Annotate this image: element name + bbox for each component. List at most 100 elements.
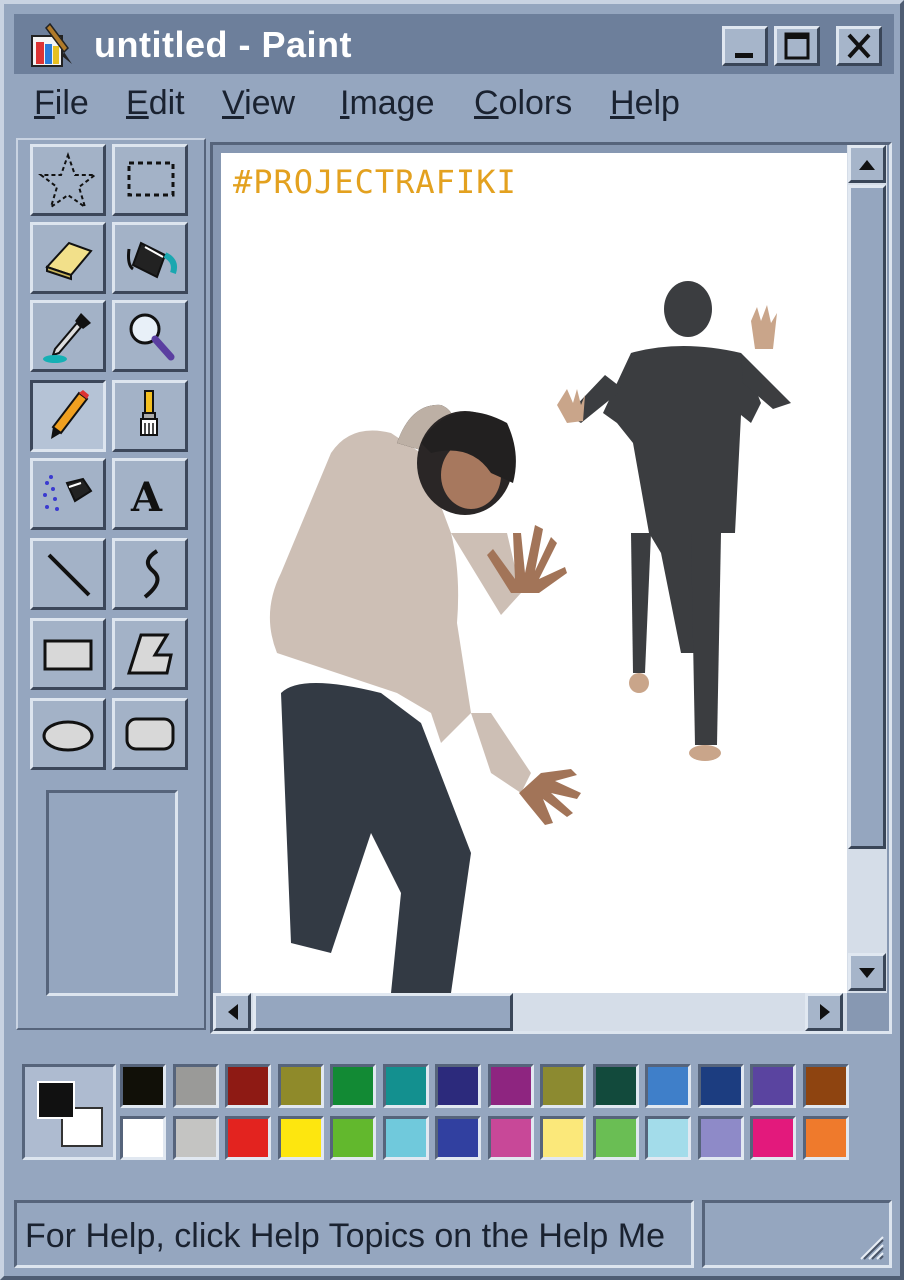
palette-swatch[interactable] (435, 1116, 481, 1160)
tool-brush[interactable] (112, 380, 188, 452)
photo-person-back (269, 281, 791, 993)
palette-swatch[interactable] (172, 1116, 219, 1160)
minimize-icon (735, 53, 753, 58)
eyedropper-icon (43, 313, 91, 363)
current-colors-box[interactable] (22, 1064, 116, 1160)
horizontal-scroll-thumb[interactable] (253, 993, 513, 1031)
star-select-icon (38, 151, 98, 210)
palette-swatch[interactable] (592, 1064, 639, 1108)
line-icon (47, 553, 91, 597)
paint-bucket-icon (127, 241, 177, 279)
title-bar[interactable]: untitled - Paint (14, 14, 894, 74)
tool-pick-color[interactable] (30, 300, 106, 372)
palette-swatch[interactable] (120, 1116, 166, 1160)
tool-fill-with-color[interactable] (112, 222, 188, 294)
maximize-icon (784, 32, 810, 60)
status-text: For Help, click Help Topics on the Help … (25, 1217, 665, 1255)
menu-image[interactable]: Image (340, 84, 435, 123)
palette-swatch[interactable] (277, 1116, 324, 1160)
tool-select[interactable] (112, 144, 188, 216)
menu-help[interactable]: Help (610, 84, 680, 123)
arrow-left-icon (228, 1004, 238, 1020)
tool-line[interactable] (30, 538, 106, 610)
polygon-icon (126, 633, 173, 675)
palette-swatch[interactable] (120, 1064, 166, 1108)
pencil-icon (51, 390, 89, 439)
status-coordinates-box (702, 1200, 892, 1268)
close-button[interactable] (836, 26, 882, 66)
palette-swatch[interactable] (540, 1116, 586, 1160)
scroll-left-button[interactable] (213, 993, 251, 1031)
palette-swatch[interactable] (225, 1116, 271, 1160)
arrow-up-icon (859, 160, 875, 170)
palette-swatch[interactable] (487, 1116, 534, 1160)
menu-colors[interactable]: Colors (474, 84, 572, 123)
rounded-rect-icon (125, 717, 175, 751)
tool-pencil[interactable] (30, 380, 106, 452)
color-palette (16, 1054, 894, 1172)
tool-options-box[interactable] (46, 790, 178, 996)
tool-curve[interactable] (112, 538, 188, 610)
arrow-right-icon (820, 1004, 830, 1020)
tool-eraser[interactable] (30, 222, 106, 294)
drawing-canvas[interactable]: #PROJECTRAFIKI (221, 153, 847, 993)
window-title: untitled - Paint (94, 24, 352, 65)
palette-swatch[interactable] (592, 1116, 639, 1160)
paint-window: untitled - Paint File Edit View Image Co… (0, 0, 904, 1280)
vertical-scrollbar[interactable] (847, 145, 887, 993)
menu-edit[interactable]: Edit (126, 84, 185, 123)
palette-swatch[interactable] (225, 1064, 271, 1108)
toolbox: A (16, 138, 206, 1030)
palette-swatch[interactable] (697, 1064, 744, 1108)
palette-swatch[interactable] (540, 1064, 586, 1108)
palette-swatch[interactable] (382, 1064, 429, 1108)
brush-icon (140, 390, 158, 436)
tool-airbrush[interactable] (30, 458, 106, 530)
palette-swatch[interactable] (697, 1116, 744, 1160)
scroll-right-button[interactable] (805, 993, 843, 1031)
palette-swatch[interactable] (382, 1116, 429, 1160)
palette-swatch[interactable] (277, 1064, 324, 1108)
palette-swatch[interactable] (645, 1064, 691, 1108)
svg-text:A: A (130, 474, 163, 521)
scroll-up-button[interactable] (848, 145, 886, 183)
tool-rectangle[interactable] (30, 618, 106, 690)
resize-grip-icon[interactable] (855, 1231, 885, 1261)
palette-swatch[interactable] (487, 1064, 534, 1108)
palette-swatch[interactable] (330, 1116, 376, 1160)
rectangle-icon (43, 639, 93, 671)
vertical-scroll-thumb[interactable] (848, 185, 886, 849)
palette-swatch[interactable] (435, 1064, 481, 1108)
palette-swatch[interactable] (330, 1064, 376, 1108)
tool-magnifier[interactable] (112, 300, 188, 372)
text-icon: A (130, 474, 163, 521)
tool-rounded-rectangle[interactable] (112, 698, 188, 770)
tool-ellipse[interactable] (30, 698, 106, 770)
tool-polygon[interactable] (112, 618, 188, 690)
minimize-button[interactable] (722, 26, 768, 66)
paint-app-icon (31, 22, 72, 67)
status-bar: For Help, click Help Topics on the Help … (14, 1200, 894, 1272)
palette-swatch[interactable] (750, 1116, 796, 1160)
menu-bar: File Edit View Image Colors Help (14, 78, 894, 134)
horizontal-scrollbar[interactable] (213, 993, 847, 1031)
maximize-button[interactable] (774, 26, 820, 66)
tool-free-form-select[interactable] (30, 144, 106, 216)
eraser-icon (45, 241, 93, 281)
arrow-down-icon (859, 968, 875, 978)
palette-swatch[interactable] (750, 1064, 796, 1108)
palette-swatch[interactable] (645, 1116, 691, 1160)
rect-select-icon (127, 161, 175, 197)
tool-text[interactable]: A (112, 458, 188, 530)
close-icon (847, 33, 871, 59)
magnifier-icon (129, 313, 175, 361)
ellipse-icon (42, 720, 94, 752)
palette-swatch[interactable] (802, 1116, 849, 1160)
palette-swatch[interactable] (802, 1064, 849, 1108)
palette-swatch[interactable] (172, 1064, 219, 1108)
menu-file[interactable]: File (34, 84, 89, 123)
menu-view[interactable]: View (222, 84, 295, 123)
scroll-down-button[interactable] (848, 953, 886, 991)
foreground-color-swatch[interactable] (37, 1081, 75, 1119)
canvas-area: #PROJECTRAFIKI (210, 142, 892, 1034)
